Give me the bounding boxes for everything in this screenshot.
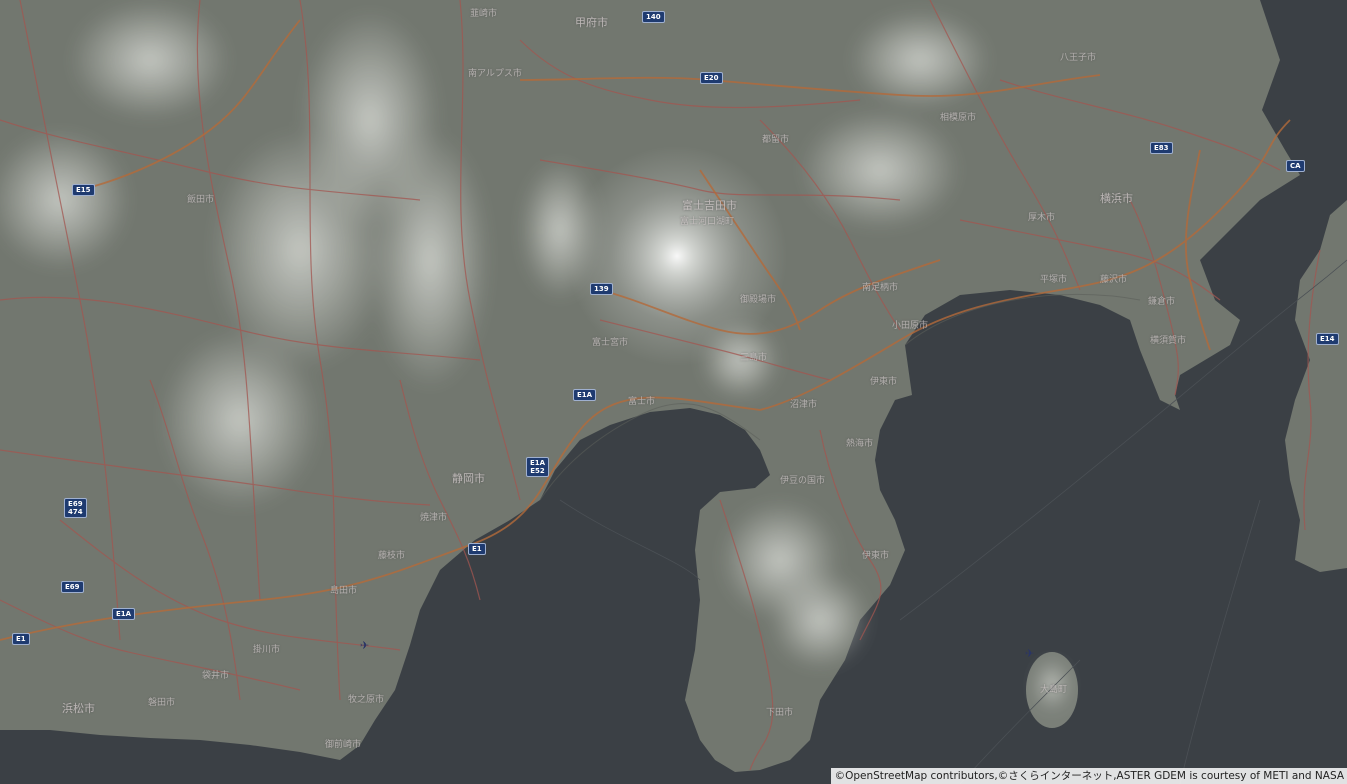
place-label: 沼津市 — [790, 400, 818, 410]
map-base-layer — [0, 0, 1347, 784]
place-label: 八王子市 — [1060, 53, 1097, 63]
place-label: 浜松市 — [62, 702, 95, 715]
place-label: 飯田市 — [187, 195, 215, 205]
place-label: 三島市 — [740, 353, 768, 363]
place-label: 厚木市 — [1028, 213, 1056, 223]
highway-shield: E1 — [468, 543, 486, 555]
place-label: 藤枝市 — [378, 551, 406, 561]
place-label: 平塚市 — [1040, 275, 1068, 285]
place-label: 富士宮市 — [592, 338, 629, 348]
place-label: 横須賀市 — [1150, 336, 1187, 346]
highway-shield: E15 — [72, 184, 95, 196]
place-label: 静岡市 — [452, 472, 485, 485]
highway-shield: E1A — [573, 389, 597, 401]
place-label: 牧之原市 — [348, 695, 385, 705]
place-label: 富士吉田市 — [682, 199, 737, 212]
highway-shield: E14 — [1316, 333, 1339, 345]
place-label: 御殿場市 — [740, 295, 777, 305]
highway-shield: E1A E52 — [526, 457, 550, 477]
place-label: 掛川市 — [253, 645, 281, 655]
map-view[interactable]: E15 E1A E1 E1 E1A E69 E69 474 E1A E52 13… — [0, 0, 1347, 784]
place-label: 南アルプス市 — [468, 69, 522, 79]
place-label: 下田市 — [766, 708, 794, 718]
highway-shield: CA — [1286, 160, 1305, 172]
place-label: 甲府市 — [575, 16, 608, 29]
highway-shield: 140 — [642, 11, 665, 23]
place-label: 韮崎市 — [470, 9, 498, 19]
highway-shield: E69 474 — [64, 498, 87, 518]
place-label: 島田市 — [330, 586, 358, 596]
place-label: 藤沢市 — [1100, 275, 1128, 285]
highway-shield: E20 — [700, 72, 723, 84]
map-attribution: ©OpenStreetMap contributors,©さくらインターネット,… — [830, 768, 1347, 784]
place-label: 富士河口湖町 — [680, 217, 735, 227]
place-label: 伊豆の国市 — [780, 476, 826, 486]
place-label: 鎌倉市 — [1148, 297, 1176, 307]
highway-shield: E69 — [61, 581, 84, 593]
place-label: 熱海市 — [846, 439, 874, 449]
airport-icon: ✈ — [360, 639, 370, 652]
place-label: 都留市 — [762, 135, 790, 145]
place-label: 南足柄市 — [862, 283, 899, 293]
highway-shield: E1A — [112, 608, 136, 620]
place-label: 富士市 — [628, 397, 656, 407]
place-label: 伊東市 — [862, 551, 890, 561]
highway-shield: E1 — [12, 633, 30, 645]
place-label: 小田原市 — [892, 321, 929, 331]
place-label: 伊東市 — [870, 377, 898, 387]
place-label: 横浜市 — [1100, 192, 1133, 205]
airport-icon: ✈ — [1025, 647, 1035, 660]
place-label: 相模原市 — [940, 113, 977, 123]
place-label: 御前崎市 — [325, 740, 362, 750]
place-label: 大島町 — [1040, 685, 1068, 695]
highway-shield: E83 — [1150, 142, 1173, 154]
place-label: 焼津市 — [420, 513, 448, 523]
highway-shield: 139 — [590, 283, 613, 295]
place-label: 袋井市 — [202, 671, 230, 681]
place-label: 磐田市 — [148, 698, 176, 708]
